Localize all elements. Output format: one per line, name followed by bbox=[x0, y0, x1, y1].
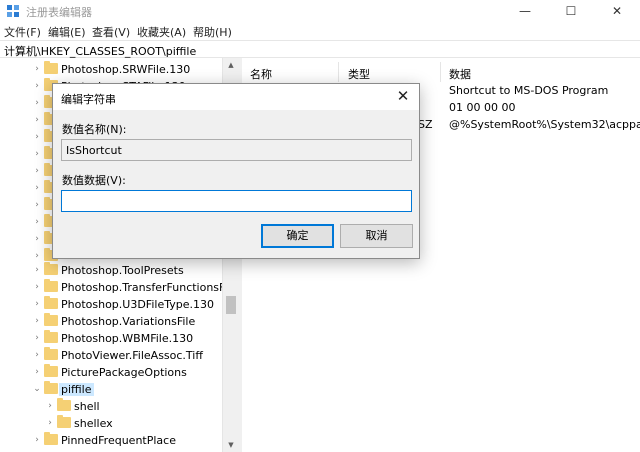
maximize-button[interactable]: ☐ bbox=[548, 0, 594, 22]
chevron-right-icon[interactable]: › bbox=[32, 299, 42, 309]
folder-icon bbox=[57, 415, 71, 428]
address-bar[interactable]: 计算机\HKEY_CLASSES_ROOT\piffile bbox=[0, 40, 640, 58]
tree-item-label: Photoshop.TransferFunctionsFile bbox=[61, 281, 238, 294]
value-type-cell: SZ bbox=[418, 118, 433, 131]
column-separator[interactable] bbox=[440, 62, 441, 82]
folder-icon bbox=[44, 296, 58, 309]
chevron-right-icon[interactable]: › bbox=[32, 333, 42, 343]
chevron-right-icon[interactable]: › bbox=[32, 149, 42, 159]
chevron-right-icon[interactable]: › bbox=[45, 401, 55, 411]
menu-help[interactable]: 帮助(H) bbox=[193, 24, 232, 40]
chevron-right-icon[interactable]: › bbox=[32, 115, 42, 125]
tree-item-label: PinnedFrequentPlace bbox=[61, 434, 176, 447]
column-header-type[interactable]: 类型 bbox=[348, 66, 370, 82]
tree-item-label: Photoshop.ToolPresets bbox=[61, 264, 184, 277]
chevron-right-icon[interactable]: › bbox=[32, 166, 42, 176]
tree-item-label: shellex bbox=[74, 417, 113, 430]
edit-string-dialog: 编辑字符串 ✕ 数值名称(N): IsShortcut 数值数据(V): 确定 … bbox=[52, 83, 420, 259]
tree-item-label: Photoshop.SRWFile.130 bbox=[61, 63, 191, 76]
value-name-label: 数值名称(N): bbox=[62, 123, 127, 136]
chevron-right-icon[interactable]: › bbox=[32, 251, 42, 261]
dialog-body: 数值名称(N): IsShortcut 数值数据(V): 确定 取消 bbox=[53, 110, 419, 258]
value-data-label: 数值数据(V): bbox=[62, 174, 126, 187]
tree-item-shell[interactable]: › shell bbox=[0, 398, 222, 415]
scroll-thumb[interactable] bbox=[226, 296, 236, 314]
value-name-field: IsShortcut bbox=[61, 139, 412, 161]
value-data-cell: 01 00 00 00 bbox=[449, 101, 516, 114]
scroll-up-arrow-icon[interactable]: ▲ bbox=[223, 58, 239, 72]
tree-item[interactable]: › PinnedFrequentPlace bbox=[0, 432, 222, 449]
tree-item[interactable]: › PhotoViewer.FileAssoc.Tiff bbox=[0, 347, 222, 364]
tree-item[interactable]: › Photoshop.SRWFile.130 bbox=[0, 61, 222, 78]
value-data-input[interactable] bbox=[61, 190, 412, 212]
chevron-right-icon[interactable]: › bbox=[32, 132, 42, 142]
folder-open-icon bbox=[44, 381, 58, 394]
value-data-cell: Shortcut to MS-DOS Program bbox=[449, 84, 609, 97]
chevron-right-icon[interactable]: › bbox=[32, 282, 42, 292]
tree-item-label: PicturePackageOptions bbox=[61, 366, 187, 379]
tree-item[interactable]: › Photoshop.U3DFileType.130 bbox=[0, 296, 222, 313]
address-path: 计算机\HKEY_CLASSES_ROOT\piffile bbox=[4, 45, 197, 58]
folder-icon bbox=[44, 432, 58, 445]
chevron-right-icon[interactable]: › bbox=[32, 200, 42, 210]
folder-icon bbox=[44, 262, 58, 275]
chevron-right-icon[interactable]: › bbox=[32, 81, 42, 91]
menu-favorites[interactable]: 收藏夹(A) bbox=[137, 24, 186, 40]
chevron-down-icon[interactable]: ⌄ bbox=[32, 384, 42, 394]
tree-item-label: PhotoViewer.FileAssoc.Tiff bbox=[61, 349, 203, 362]
chevron-right-icon[interactable]: › bbox=[32, 350, 42, 360]
chevron-right-icon[interactable]: › bbox=[45, 418, 55, 428]
menu-view[interactable]: 查看(V) bbox=[92, 24, 130, 40]
folder-icon bbox=[44, 330, 58, 343]
menu-edit[interactable]: 编辑(E) bbox=[48, 24, 86, 40]
tree-item-piffile[interactable]: ⌄ piffile bbox=[0, 381, 222, 398]
registry-app-icon bbox=[7, 5, 19, 17]
menu-bar: 文件(F) 编辑(E) 查看(V) 收藏夹(A) 帮助(H) bbox=[0, 22, 640, 40]
tree-item-label: Photoshop.U3DFileType.130 bbox=[61, 298, 214, 311]
tree-item[interactable]: › PicturePackageOptions bbox=[0, 364, 222, 381]
tree-item[interactable]: › Photoshop.ToolPresets bbox=[0, 262, 222, 279]
column-header-data[interactable]: 数据 bbox=[449, 66, 471, 82]
folder-icon bbox=[44, 279, 58, 292]
chevron-right-icon[interactable]: › bbox=[32, 217, 42, 227]
scroll-down-arrow-icon[interactable]: ▼ bbox=[223, 438, 239, 452]
tree-item[interactable]: › Photoshop.VariationsFile bbox=[0, 313, 222, 330]
tree-item-label: shell bbox=[74, 400, 100, 413]
chevron-right-icon[interactable]: › bbox=[32, 98, 42, 108]
folder-icon bbox=[57, 398, 71, 411]
dialog-close-button[interactable]: ✕ bbox=[393, 86, 413, 106]
title-bar: 注册表编辑器 — ☐ ✕ bbox=[0, 0, 640, 22]
folder-icon bbox=[44, 364, 58, 377]
tree-item-label: piffile bbox=[59, 383, 94, 396]
ok-button[interactable]: 确定 bbox=[261, 224, 334, 248]
minimize-button[interactable]: — bbox=[502, 0, 548, 22]
chevron-right-icon[interactable]: › bbox=[32, 234, 42, 244]
cancel-button[interactable]: 取消 bbox=[340, 224, 413, 248]
folder-icon bbox=[44, 313, 58, 326]
folder-icon bbox=[44, 61, 58, 74]
chevron-right-icon[interactable]: › bbox=[32, 367, 42, 377]
chevron-right-icon[interactable]: › bbox=[32, 64, 42, 74]
menu-file[interactable]: 文件(F) bbox=[4, 24, 41, 40]
chevron-right-icon[interactable]: › bbox=[32, 435, 42, 445]
dialog-title: 编辑字符串 bbox=[61, 93, 116, 106]
column-header-name[interactable]: 名称 bbox=[250, 66, 272, 82]
tree-item-label: Photoshop.WBMFile.130 bbox=[61, 332, 194, 345]
folder-icon bbox=[44, 347, 58, 360]
tree-item[interactable]: › Photoshop.TransferFunctionsFile bbox=[0, 279, 237, 296]
value-data-cell: @%SystemRoot%\System32\acppage.d bbox=[449, 118, 640, 131]
window-title: 注册表编辑器 bbox=[26, 6, 92, 19]
tree-item[interactable]: › Photoshop.WBMFile.130 bbox=[0, 330, 222, 347]
column-separator[interactable] bbox=[338, 62, 339, 82]
chevron-right-icon[interactable]: › bbox=[32, 183, 42, 193]
chevron-right-icon[interactable]: › bbox=[32, 316, 42, 326]
tree-item-shellex[interactable]: › shellex bbox=[0, 415, 222, 432]
close-button[interactable]: ✕ bbox=[594, 0, 640, 22]
chevron-right-icon[interactable]: › bbox=[32, 265, 42, 275]
tree-item-label: Photoshop.VariationsFile bbox=[61, 315, 196, 328]
